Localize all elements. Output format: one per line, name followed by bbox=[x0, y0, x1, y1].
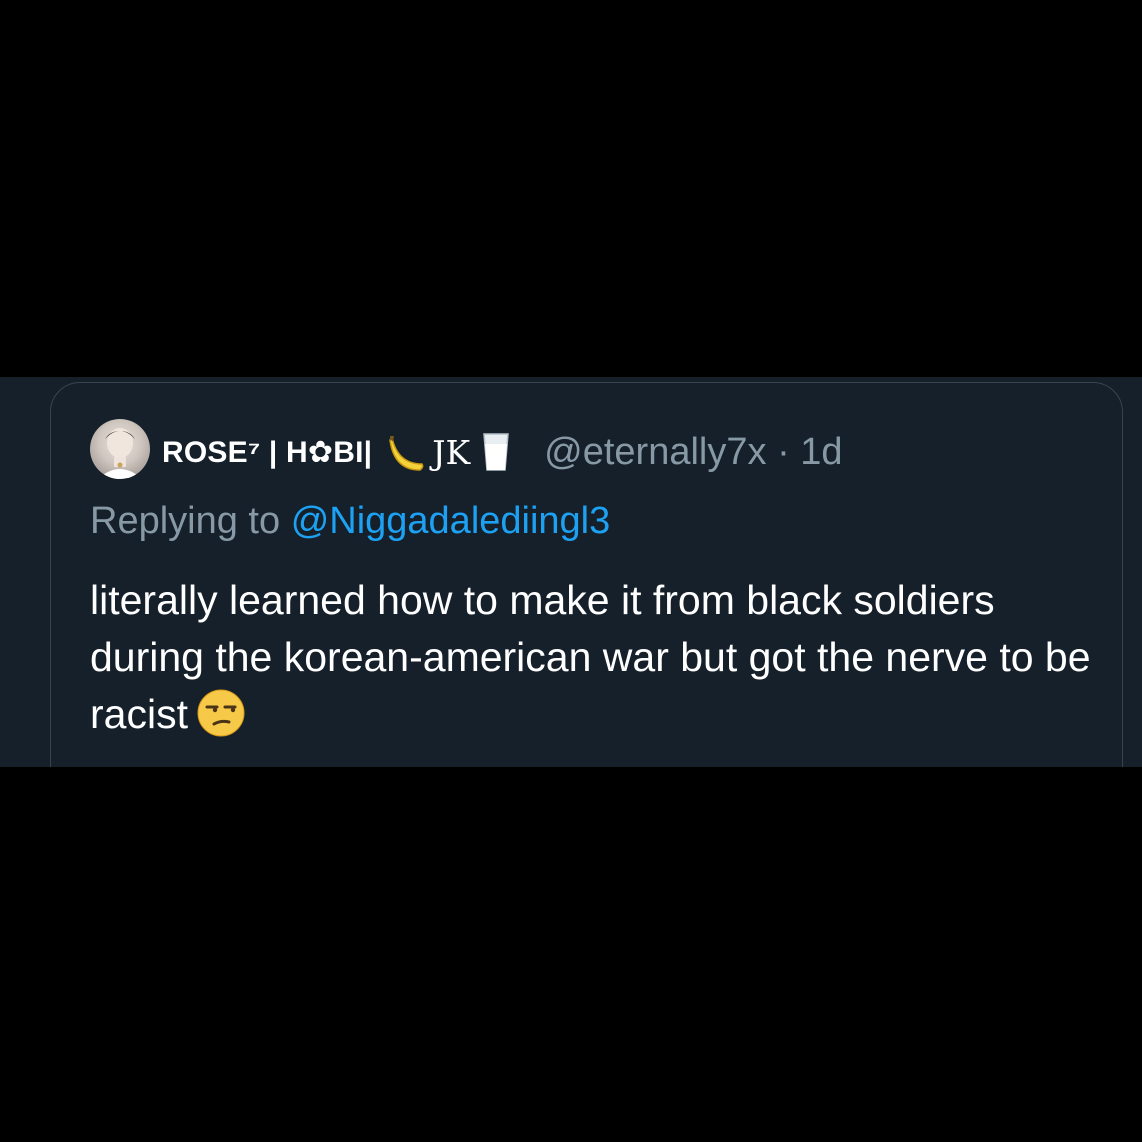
banana-icon bbox=[389, 436, 424, 471]
milk-glass-icon bbox=[483, 433, 509, 471]
dot-separator: · bbox=[777, 430, 790, 473]
avatar[interactable] bbox=[90, 419, 150, 479]
handle[interactable]: @eternally7x · 1d bbox=[544, 431, 842, 474]
unamused-face-icon bbox=[197, 689, 245, 737]
tweet-header: ROSE⁷ | H✿BI| JK @eternally7x · 1d bbox=[162, 424, 843, 480]
replying-to: Replying to @Niggadalediingl3 bbox=[90, 500, 610, 543]
tweet-text: literally learned how to make it from bl… bbox=[90, 572, 1100, 743]
reply-mention-link[interactable]: @Niggadalediingl3 bbox=[291, 500, 611, 542]
reply-prefix: Replying to bbox=[90, 500, 281, 542]
letterbox-bottom bbox=[0, 767, 1142, 1142]
avatar-portrait-icon bbox=[98, 428, 142, 479]
display-name[interactable]: ROSE⁷ | H✿BI| bbox=[162, 435, 372, 470]
timestamp[interactable]: 1d bbox=[800, 431, 842, 473]
display-name-emoji: JK bbox=[380, 430, 522, 474]
handle-text: @eternally7x bbox=[544, 430, 767, 473]
name-suffix: JK bbox=[432, 432, 471, 472]
